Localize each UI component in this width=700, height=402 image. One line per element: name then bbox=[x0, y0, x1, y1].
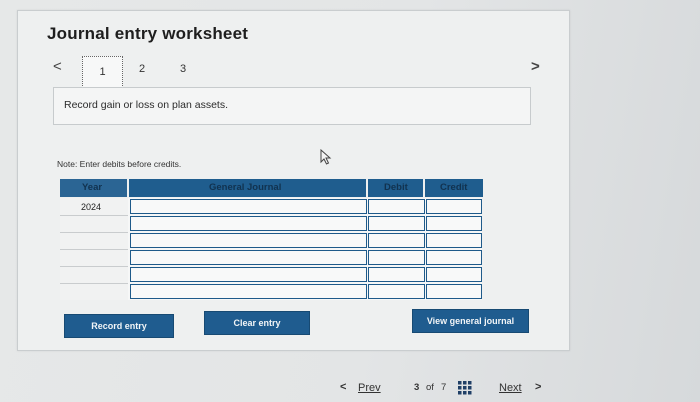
credit-input-row-6[interactable] bbox=[426, 284, 482, 299]
page-of: of bbox=[426, 382, 434, 393]
credit-input-row-2[interactable] bbox=[426, 216, 482, 231]
step-next-arrow[interactable]: > bbox=[531, 58, 540, 75]
mouse-cursor-icon bbox=[320, 149, 332, 165]
header-debit: Debit bbox=[384, 182, 408, 193]
debit-input-row-3[interactable] bbox=[368, 233, 425, 248]
record-entry-button[interactable]: Record entry bbox=[64, 314, 174, 338]
credit-input-row-1[interactable] bbox=[426, 199, 482, 214]
prev-link[interactable]: Prev bbox=[358, 382, 381, 394]
account-input-row-2[interactable] bbox=[130, 216, 367, 231]
credit-input-row-3[interactable] bbox=[426, 233, 482, 248]
row-divider bbox=[60, 266, 128, 267]
debit-input-row-2[interactable] bbox=[368, 216, 425, 231]
header-credit-cell: Credit bbox=[425, 179, 483, 197]
account-input-row-6[interactable] bbox=[130, 284, 367, 299]
account-input-row-4[interactable] bbox=[130, 250, 367, 265]
page-current: 3 bbox=[414, 382, 420, 393]
note-text: Note: Enter debits before credits. bbox=[57, 159, 182, 169]
step-prev-arrow[interactable]: < bbox=[53, 58, 62, 75]
debit-input-row-6[interactable] bbox=[368, 284, 425, 299]
step-tab-label: 1 bbox=[99, 66, 106, 78]
header-year-cell: Year bbox=[60, 179, 127, 197]
instruction-text: Record gain or loss on plan assets. bbox=[64, 99, 229, 111]
footer-prev-arrow[interactable]: < bbox=[340, 381, 346, 393]
debit-input-row-4[interactable] bbox=[368, 250, 425, 265]
header-debit-cell: Debit bbox=[368, 179, 423, 197]
row-divider bbox=[60, 215, 128, 216]
account-input-row-3[interactable] bbox=[130, 233, 367, 248]
question-grid-icon[interactable] bbox=[458, 381, 472, 395]
credit-input-row-5[interactable] bbox=[426, 267, 482, 282]
row-divider bbox=[60, 232, 128, 233]
credit-input-row-4[interactable] bbox=[426, 250, 482, 265]
row-divider bbox=[60, 283, 128, 284]
worksheet-title: Journal entry worksheet bbox=[47, 24, 249, 43]
step-tab-2[interactable]: 2 bbox=[139, 63, 145, 75]
next-link[interactable]: Next bbox=[499, 382, 522, 394]
account-input-row-1[interactable] bbox=[130, 199, 367, 214]
row-divider bbox=[60, 249, 128, 250]
header-general-journal: General Journal bbox=[209, 182, 282, 193]
header-general-journal-cell: General Journal bbox=[129, 179, 366, 197]
clear-entry-button[interactable]: Clear entry bbox=[204, 311, 310, 335]
header-credit: Credit bbox=[440, 182, 468, 193]
account-input-row-5[interactable] bbox=[130, 267, 367, 282]
step-tab-3[interactable]: 3 bbox=[180, 63, 186, 75]
debit-input-row-1[interactable] bbox=[368, 199, 425, 214]
journal-table: Year General Journal Debit Credit 2024 bbox=[58, 179, 483, 300]
year-column: 2024 bbox=[60, 198, 128, 300]
journal-grid: 2024 bbox=[60, 198, 482, 300]
page-total: 7 bbox=[441, 382, 447, 393]
year-value: 2024 bbox=[81, 202, 102, 212]
step-tab-1[interactable]: 1 bbox=[82, 56, 123, 88]
header-year: Year bbox=[82, 182, 103, 193]
debit-input-row-5[interactable] bbox=[368, 267, 425, 282]
view-general-journal-button[interactable]: View general journal bbox=[412, 309, 529, 333]
footer-next-arrow[interactable]: > bbox=[535, 381, 541, 393]
